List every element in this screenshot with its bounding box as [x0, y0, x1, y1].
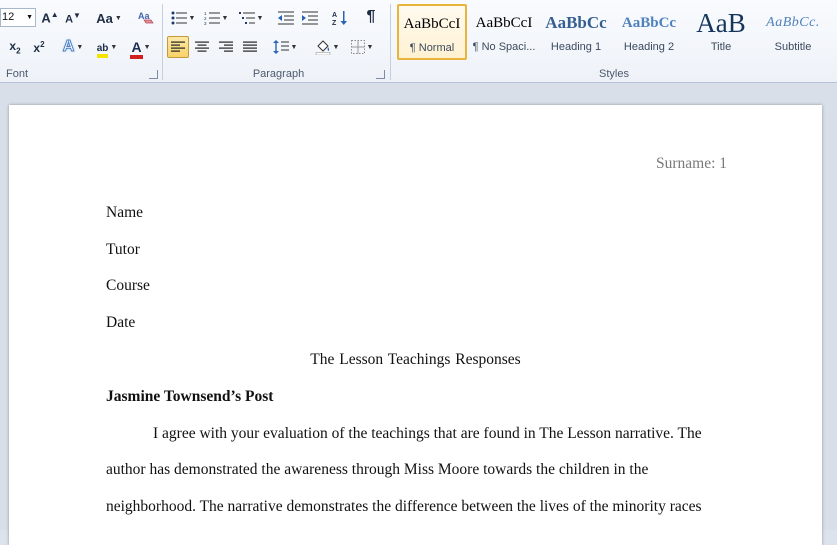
line-date[interactable]: Date: [106, 314, 135, 332]
svg-text:A: A: [332, 12, 337, 19]
line-spacing-icon: [272, 40, 289, 54]
increase-indent-button[interactable]: [299, 8, 321, 28]
document-page[interactable]: Surname: 1 Name Tutor Course Date The Le…: [9, 105, 822, 545]
font-color-button[interactable]: A ▼: [126, 37, 156, 59]
bullets-button[interactable]: ▼: [168, 8, 198, 28]
svg-text:Z: Z: [332, 20, 337, 26]
shrink-font-button[interactable]: A▼: [63, 8, 83, 28]
chevron-down-icon: ▼: [366, 43, 374, 51]
svg-text:3: 3: [204, 21, 207, 25]
align-left-button[interactable]: [167, 36, 189, 58]
numbering-icon: 123: [204, 11, 220, 25]
ribbon: 12 ▼ A▲ A▼ Aa ▼ Aa x2 x2 A ▼ ab ▼ A ▼ Fo…: [0, 0, 837, 83]
paragraph-dialog-launcher[interactable]: [376, 70, 385, 79]
post-heading[interactable]: Jasmine Townsend’s Post: [106, 388, 273, 406]
line-course[interactable]: Course: [106, 277, 150, 295]
clear-formatting-button[interactable]: Aa: [135, 7, 157, 27]
styles-group-label: Styles: [599, 68, 629, 80]
show-formatting-marks-button[interactable]: ¶: [360, 7, 382, 27]
align-right-button[interactable]: [215, 37, 237, 57]
document-title[interactable]: The Lesson Teachings Responses: [9, 351, 822, 369]
chevron-down-icon: ▼: [143, 43, 151, 51]
line-name[interactable]: Name: [106, 204, 143, 222]
chevron-down-icon: ▼: [256, 14, 264, 22]
change-case-button[interactable]: Aa ▼: [94, 8, 124, 28]
borders-icon: [350, 40, 365, 54]
justify-icon: [243, 41, 257, 52]
page-header[interactable]: Surname: 1: [656, 155, 727, 173]
grow-font-icon: A▲: [41, 10, 59, 26]
sort-icon: AZ: [332, 11, 347, 26]
highlight-icon: ab: [96, 40, 109, 58]
body-line-2[interactable]: author has demonstrated the awareness th…: [106, 461, 648, 479]
increase-indent-icon: [302, 11, 318, 25]
borders-button[interactable]: ▼: [347, 37, 377, 57]
text-effects-button[interactable]: A ▼: [58, 37, 88, 57]
chevron-down-icon: ▼: [114, 14, 122, 22]
text-effects-icon: A: [62, 38, 75, 56]
change-case-label: Aa: [96, 10, 113, 26]
line-spacing-button[interactable]: ▼: [270, 37, 300, 57]
multilevel-list-button[interactable]: ▼: [235, 8, 267, 28]
chevron-down-icon: ▼: [188, 14, 196, 22]
chevron-down-icon: ▼: [290, 43, 298, 51]
chevron-down-icon: ▼: [221, 14, 229, 22]
font-group: 12 ▼ A▲ A▼ Aa ▼ Aa x2 x2 A ▼ ab ▼ A ▼ Fo…: [0, 0, 162, 82]
sort-button[interactable]: AZ: [329, 8, 351, 28]
font-group-label: Font: [6, 68, 29, 80]
pilcrow-icon: ¶: [366, 8, 376, 25]
font-dialog-launcher[interactable]: [149, 70, 158, 79]
chevron-down-icon: ▼: [76, 43, 84, 51]
subscript-icon: x2: [9, 38, 21, 56]
numbering-button[interactable]: 1 2 3 ▼: [201, 8, 231, 28]
font-color-icon: A: [130, 39, 143, 59]
subscript-button[interactable]: x2: [5, 37, 25, 57]
highlight-button[interactable]: ab ▼: [92, 37, 122, 58]
align-center-button[interactable]: [191, 37, 213, 57]
styles-group: Styles: [391, 0, 837, 82]
body-line-3[interactable]: neighborhood. The narrative demonstrates…: [106, 498, 702, 516]
svg-text:Aa: Aa: [138, 11, 150, 21]
paint-bucket-icon: [315, 40, 330, 55]
shading-button[interactable]: ▼: [311, 37, 343, 57]
line-tutor[interactable]: Tutor: [106, 241, 140, 259]
chevron-down-icon: ▼: [332, 43, 340, 51]
shrink-font-icon: A▼: [65, 10, 81, 26]
clear-formatting-icon: Aa: [138, 11, 154, 24]
decrease-indent-icon: [278, 11, 294, 25]
paragraph-group-label: Paragraph: [252, 68, 305, 80]
superscript-icon: x2: [33, 39, 45, 55]
chevron-down-icon: ▼: [110, 43, 118, 51]
multilevel-list-icon: [238, 12, 255, 24]
body-line-1[interactable]: I agree with your evaluation of the teac…: [153, 425, 702, 443]
justify-button[interactable]: [239, 37, 261, 57]
document-area[interactable]: Surname: 1 Name Tutor Course Date The Le…: [0, 83, 837, 545]
chevron-down-icon[interactable]: ▼: [26, 9, 33, 26]
font-size-combo[interactable]: 12 ▼: [0, 8, 36, 27]
bullets-icon: [171, 11, 187, 25]
superscript-button[interactable]: x2: [29, 37, 49, 57]
font-size-value: 12: [2, 11, 15, 23]
grow-font-button[interactable]: A▲: [40, 8, 60, 28]
align-left-icon: [171, 41, 185, 52]
decrease-indent-button[interactable]: [275, 8, 297, 28]
paragraph-group: ▼ 1 2 3 ▼ ▼ AZ ¶ ▼ ▼ ▼ Paragraph: [163, 0, 390, 82]
align-center-icon: [195, 41, 209, 52]
align-right-icon: [219, 41, 233, 52]
